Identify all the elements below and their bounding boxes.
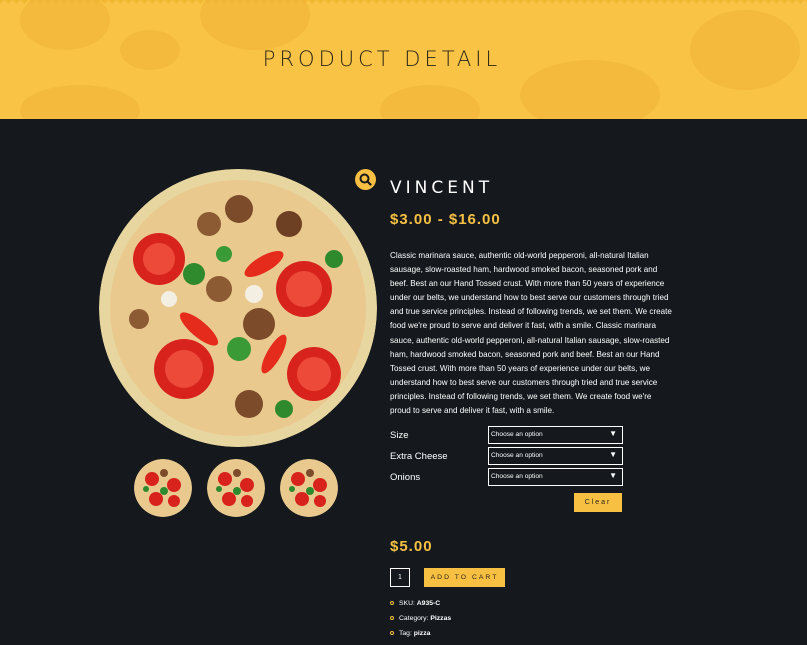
variation-row-size: Size Choose an option ▼: [390, 426, 623, 444]
meta-key: SKU:: [399, 600, 415, 607]
product-title: VINCENT: [390, 178, 494, 198]
variation-row-onions: Onions Choose an option ▼: [390, 468, 623, 486]
select-value: Choose an option: [491, 431, 543, 438]
product-thumbnail[interactable]: [134, 459, 192, 517]
extra-cheese-select[interactable]: Choose an option ▼: [488, 447, 623, 465]
clear-button[interactable]: Clear: [574, 493, 622, 512]
meta-key: Tag:: [399, 630, 412, 637]
banner-decoration: [20, 0, 110, 50]
product-description: Classic marinara sauce, authentic old-wo…: [390, 251, 672, 416]
search-icon[interactable]: [355, 169, 376, 190]
zigzag-border: [0, 0, 807, 6]
banner-decoration: [20, 85, 140, 119]
select-value: Choose an option: [491, 452, 543, 459]
product-meta-list: SKU: A935-C Category: Pizzas Tag: pizza: [390, 596, 451, 641]
triangle-down-icon: ▼: [609, 450, 617, 459]
selected-price: $5.00: [390, 538, 433, 555]
variation-label-extra-cheese: Extra Cheese: [390, 451, 448, 462]
page-title: PRODUCT DETAIL: [262, 47, 502, 71]
variation-label-onions: Onions: [390, 472, 421, 483]
banner-decoration: [200, 0, 310, 50]
product-main-image[interactable]: [99, 169, 377, 447]
triangle-down-icon: ▼: [609, 471, 617, 480]
meta-sku: SKU: A935-C: [390, 596, 451, 611]
variation-row-extra-cheese: Extra Cheese Choose an option ▼: [390, 447, 623, 465]
select-value: Choose an option: [491, 473, 543, 480]
triangle-down-icon: ▼: [609, 429, 617, 438]
variation-label-size: Size: [390, 430, 409, 441]
onions-select[interactable]: Choose an option ▼: [488, 468, 623, 486]
meta-category: Category: Pizzas: [390, 611, 451, 626]
product-thumbnail[interactable]: [207, 459, 265, 517]
size-select[interactable]: Choose an option ▼: [488, 426, 623, 444]
meta-key: Category:: [399, 615, 429, 622]
quantity-input[interactable]: 1: [390, 568, 410, 587]
price-range: $3.00 - $16.00: [390, 211, 501, 228]
product-thumbnail[interactable]: [280, 459, 338, 517]
category-link[interactable]: Pizzas: [430, 615, 451, 622]
circle-bullet-icon: [390, 631, 394, 635]
circle-bullet-icon: [390, 601, 394, 605]
tag-link[interactable]: pizza: [414, 630, 431, 637]
banner-decoration: [380, 85, 480, 119]
add-to-cart-button[interactable]: ADD TO CART: [424, 568, 505, 587]
meta-value: A935-C: [416, 600, 441, 607]
meta-tag: Tag: pizza: [390, 626, 451, 641]
circle-bullet-icon: [390, 616, 394, 620]
page-header-banner: PRODUCT DETAIL: [0, 0, 807, 119]
